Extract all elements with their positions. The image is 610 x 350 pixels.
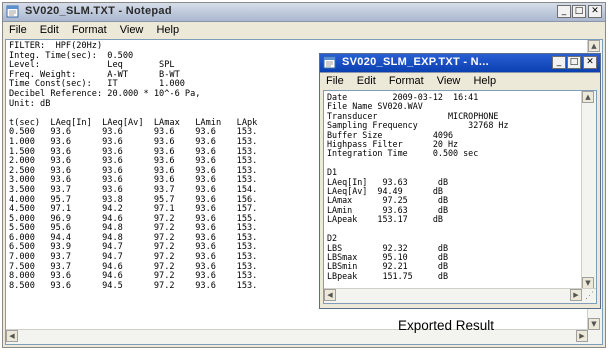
resize-grip-icon[interactable]: ⋰ xyxy=(583,289,596,302)
scroll-left-icon[interactable]: ◀ xyxy=(324,289,336,301)
main-horizontal-scrollbar[interactable]: ◀ ▶ xyxy=(6,329,588,344)
export-line: LBpeak 151.75 dB xyxy=(327,270,449,281)
close-icon[interactable]: ✕ xyxy=(583,56,597,69)
menu-view[interactable]: View xyxy=(120,22,144,38)
scroll-up-icon[interactable]: ▲ xyxy=(582,91,594,103)
minimize-icon[interactable]: _ xyxy=(552,56,566,69)
scroll-up-icon[interactable]: ▲ xyxy=(588,40,600,52)
menu-file[interactable]: File xyxy=(9,22,27,38)
exported-result-caption: Exported Result xyxy=(398,318,495,333)
export-line xyxy=(327,159,509,168)
menu-edit[interactable]: Edit xyxy=(357,73,376,89)
export-horizontal-scrollbar[interactable]: ◀ ▶ ⋰ xyxy=(324,288,596,303)
main-window-title: SV020_SLM.TXT - Notepad xyxy=(25,5,172,17)
export-notepad-window: SV020_SLM_EXP.TXT - N... _ □ ✕ File Edit… xyxy=(319,53,601,309)
menu-edit[interactable]: Edit xyxy=(40,22,59,38)
scroll-left-icon[interactable]: ◀ xyxy=(6,330,18,342)
export-window-title: SV020_SLM_EXP.TXT - N... xyxy=(342,56,489,68)
maximize-icon[interactable]: □ xyxy=(567,56,581,69)
menu-format[interactable]: Format xyxy=(72,22,107,38)
main-menubar: File Edit Format View Help xyxy=(3,22,605,38)
export-line: LApeak 153.17 dB xyxy=(327,214,443,225)
close-icon[interactable]: ✕ xyxy=(588,5,602,18)
scroll-down-icon[interactable]: ▼ xyxy=(588,318,600,330)
export-vertical-scrollbar[interactable]: ▲ ▼ xyxy=(581,91,596,289)
main-text-content: FILTER: HPF(20Hz) Integ. Time(sec): 0.500… xyxy=(9,41,268,291)
export-titlebar[interactable]: SV020_SLM_EXP.TXT - N... _ □ ✕ xyxy=(320,54,600,73)
main-titlebar[interactable]: SV020_SLM.TXT - Notepad _ □ ✕ xyxy=(3,3,605,22)
export-line xyxy=(327,225,509,234)
menu-file[interactable]: File xyxy=(326,73,344,89)
export-line: Integration Time 0.500 sec xyxy=(327,148,479,159)
table-row: 8.500 93.6 94.5 97.2 93.6 153. xyxy=(9,280,268,291)
export-text-content: Date 2009-03-12 16:41 File Name SV020.WAV… xyxy=(327,92,509,281)
scroll-right-icon[interactable]: ▶ xyxy=(570,289,582,301)
scroll-right-icon[interactable]: ▶ xyxy=(576,330,588,342)
export-text-area[interactable]: Date 2009-03-12 16:41 File Name SV020.WAV… xyxy=(323,90,597,304)
notepad-icon xyxy=(6,5,19,18)
menu-format[interactable]: Format xyxy=(389,73,424,89)
notepad-icon xyxy=(323,56,336,69)
export-menubar: File Edit Format View Help xyxy=(320,73,600,89)
menu-help[interactable]: Help xyxy=(156,22,179,38)
minimize-icon[interactable]: _ xyxy=(557,5,571,18)
menu-help[interactable]: Help xyxy=(473,73,496,89)
header-line: Unit: dB xyxy=(9,98,51,109)
menu-view[interactable]: View xyxy=(437,73,461,89)
maximize-icon[interactable]: □ xyxy=(572,5,586,18)
